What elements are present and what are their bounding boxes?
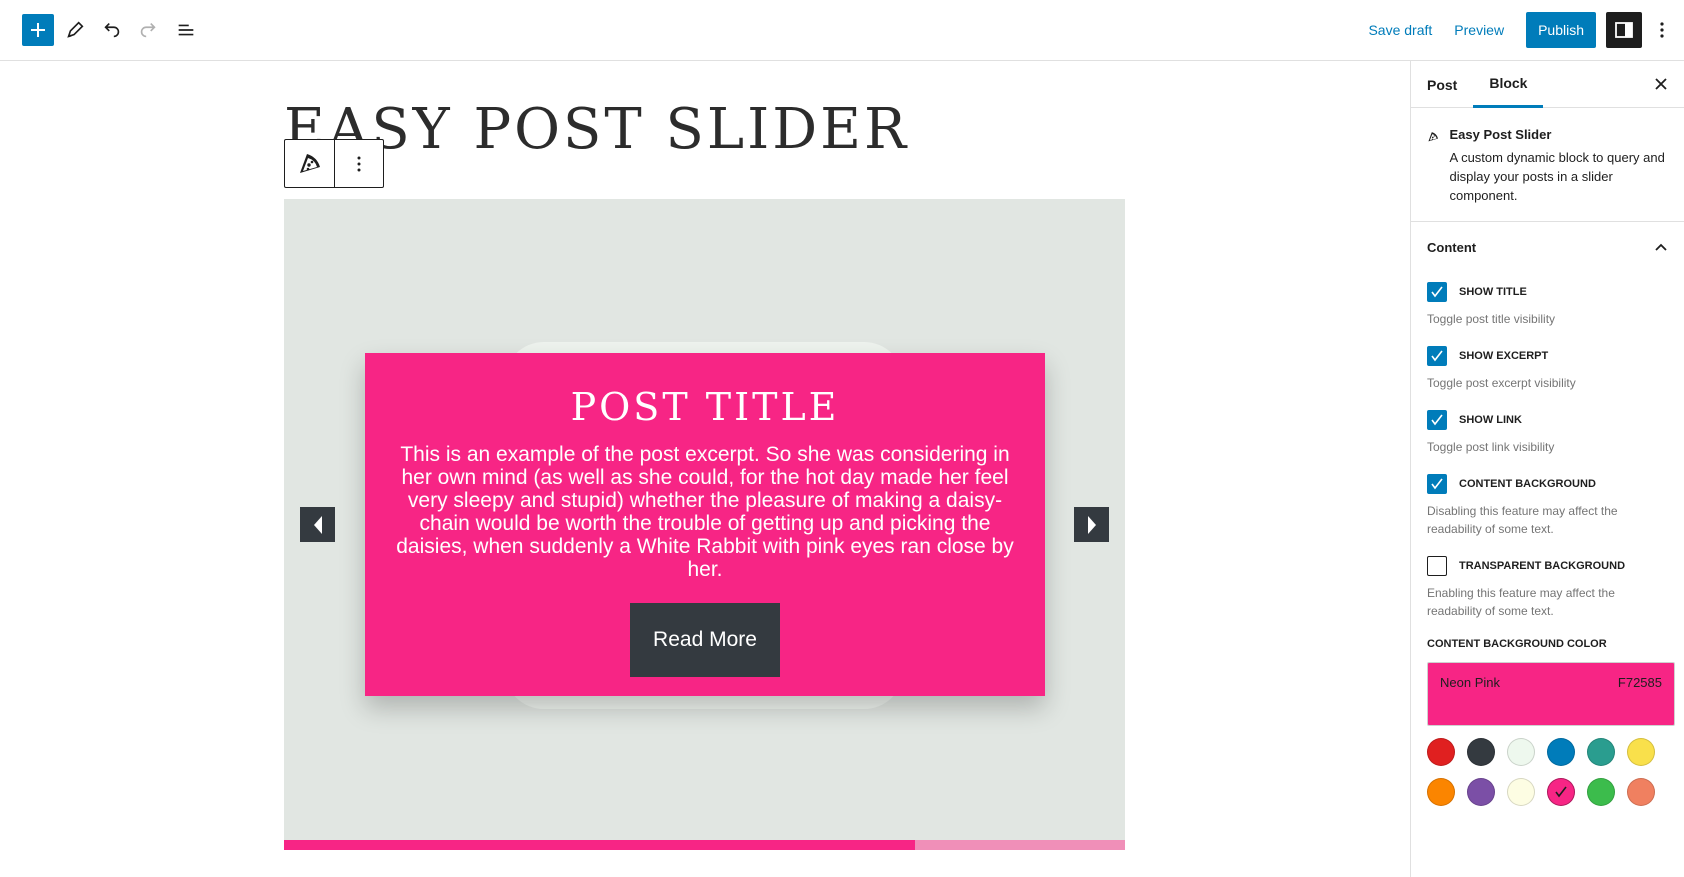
color-swatch[interactable]	[1627, 738, 1655, 766]
edit-tool-button[interactable]	[59, 14, 91, 46]
color-palette	[1427, 738, 1668, 806]
previous-slide-button[interactable]	[300, 507, 335, 542]
chevron-up-icon	[1655, 243, 1667, 251]
color-swatch[interactable]	[1587, 778, 1615, 806]
check-icon	[1555, 786, 1567, 798]
block-type-button[interactable]	[285, 140, 334, 187]
undo-button[interactable]	[96, 14, 128, 46]
slide-content: POST TITLE This is an example of the pos…	[365, 353, 1045, 696]
help-text: Enabling this feature may affect the rea…	[1427, 586, 1615, 618]
transparent-background-option[interactable]: TRANSPARENT BACKGROUND	[1427, 556, 1668, 576]
panel-title: Content	[1427, 239, 1477, 255]
help-text: Disabling this feature may affect the re…	[1427, 504, 1618, 536]
publish-button[interactable]: Publish	[1526, 12, 1596, 48]
color-setting-label: CONTENT BACKGROUND COLOR	[1427, 638, 1607, 650]
show-excerpt-checkbox[interactable]	[1427, 346, 1447, 366]
sidebar-tabs: Post Block	[1411, 61, 1684, 108]
close-icon	[1655, 78, 1667, 90]
settings-toggle-button[interactable]	[1606, 12, 1642, 48]
slide-excerpt: This is an example of the post excerpt. …	[396, 443, 1014, 581]
slide-progress-fill	[284, 840, 915, 850]
show-excerpt-option[interactable]: SHOW EXCERPT	[1427, 346, 1668, 366]
color-swatch[interactable]	[1627, 778, 1655, 806]
color-swatch[interactable]	[1467, 738, 1495, 766]
more-vertical-icon	[357, 156, 361, 171]
color-swatch[interactable]	[1587, 738, 1615, 766]
help-text: Toggle post excerpt visibility	[1427, 376, 1576, 390]
redo-button[interactable]	[132, 14, 164, 46]
block-options-button[interactable]	[334, 140, 383, 187]
tab-block[interactable]: Block	[1473, 61, 1544, 108]
help-text: Toggle post title visibility	[1427, 312, 1556, 326]
selected-color-name: Neon Pink	[1440, 675, 1500, 690]
header-actions: Save draft Preview Publish	[1368, 0, 1684, 60]
checkbox-label: SHOW EXCERPT	[1459, 350, 1549, 362]
pencil-icon	[67, 21, 84, 38]
options-menu-button[interactable]	[1648, 12, 1676, 48]
post-slider: POST TITLE This is an example of the pos…	[284, 199, 1125, 850]
block-card: Easy Post Slider A custom dynamic block …	[1411, 108, 1684, 222]
show-link-option[interactable]: SHOW LINK	[1427, 410, 1668, 430]
check-icon	[1431, 414, 1443, 426]
checkbox-label: TRANSPARENT BACKGROUND	[1459, 560, 1626, 572]
block-name: Easy Post Slider	[1449, 127, 1552, 142]
editor-canvas: EASY POST SLIDER POST TITLE This is an e…	[0, 61, 1410, 877]
more-vertical-icon	[1660, 22, 1664, 38]
editor-toolbar: Save draft Preview Publish	[0, 0, 1684, 61]
slide-progress-bar	[284, 840, 1125, 850]
plus-icon	[31, 23, 45, 37]
content-panel: SHOW TITLE Toggle post title visibility …	[1411, 282, 1684, 806]
settings-sidebar: Post Block Easy Post Slider A custom dyn…	[1410, 61, 1684, 877]
save-draft-button[interactable]: Save draft	[1368, 22, 1432, 38]
color-swatch[interactable]	[1547, 778, 1575, 806]
show-link-checkbox[interactable]	[1427, 410, 1447, 430]
read-more-button[interactable]: Read More	[630, 603, 780, 677]
pizza-icon	[1428, 132, 1439, 142]
checkbox-label: CONTENT BACKGROUND	[1459, 478, 1596, 490]
selected-color-hex: F72585	[1617, 675, 1662, 690]
block-description: A custom dynamic block to query and disp…	[1449, 150, 1665, 203]
help-text: Toggle post link visibility	[1427, 440, 1555, 454]
selected-color-preview[interactable]: Neon Pink F72585	[1427, 662, 1675, 726]
checkbox-label: SHOW TITLE	[1459, 286, 1527, 298]
slide-title: POST TITLE	[570, 385, 840, 429]
undo-icon	[104, 22, 120, 38]
pizza-icon	[299, 153, 320, 173]
content-background-option[interactable]: CONTENT BACKGROUND	[1427, 474, 1668, 494]
close-sidebar-button[interactable]	[1648, 71, 1674, 97]
show-title-checkbox[interactable]	[1427, 282, 1447, 302]
checkbox-label: SHOW LINK	[1459, 414, 1522, 426]
list-view-icon	[178, 24, 194, 36]
add-block-button[interactable]	[22, 14, 54, 46]
arrow-right-icon	[1087, 515, 1096, 534]
content-background-checkbox[interactable]	[1427, 474, 1447, 494]
preview-button[interactable]: Preview	[1454, 22, 1504, 38]
next-slide-button[interactable]	[1074, 507, 1109, 542]
sidebar-icon	[1615, 22, 1633, 38]
arrow-left-icon	[313, 515, 322, 534]
color-swatch[interactable]	[1427, 738, 1455, 766]
check-icon	[1431, 478, 1443, 490]
color-swatch[interactable]	[1427, 778, 1455, 806]
transparent-background-checkbox[interactable]	[1427, 556, 1447, 576]
color-swatch[interactable]	[1507, 738, 1535, 766]
content-panel-toggle[interactable]: Content	[1411, 222, 1684, 272]
show-title-option[interactable]: SHOW TITLE	[1427, 282, 1668, 302]
color-swatch[interactable]	[1507, 778, 1535, 806]
check-icon	[1431, 350, 1443, 362]
tab-post[interactable]: Post	[1411, 61, 1473, 108]
color-swatch[interactable]	[1467, 778, 1495, 806]
redo-icon	[140, 22, 156, 38]
block-toolbar	[284, 139, 384, 188]
document-overview-button[interactable]	[170, 14, 202, 46]
check-icon	[1431, 286, 1443, 298]
color-swatch[interactable]	[1547, 738, 1575, 766]
